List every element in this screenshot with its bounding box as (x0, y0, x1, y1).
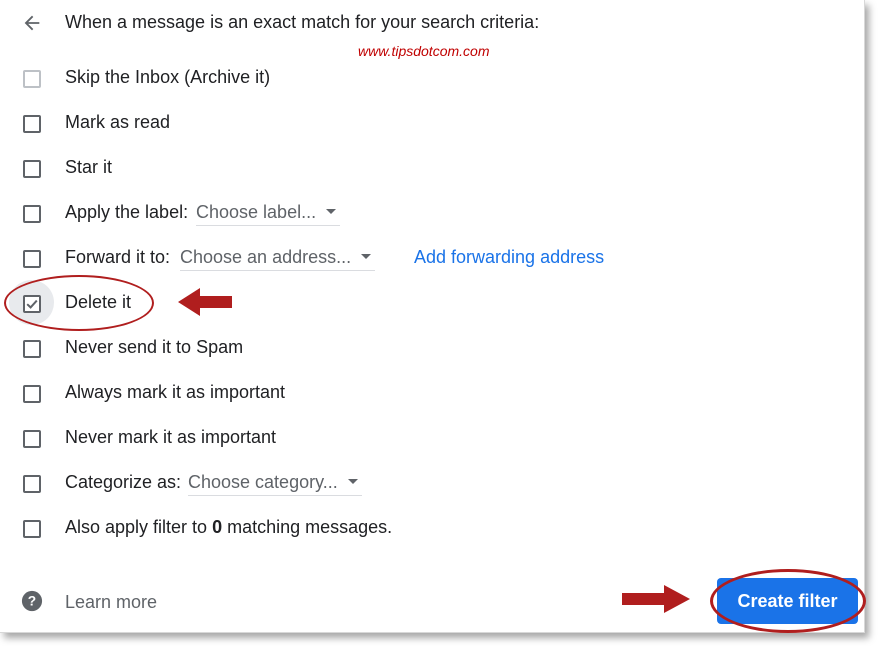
learn-more-link[interactable]: Learn more (65, 592, 157, 613)
option-skip-inbox: Skip the Inbox (Archive it) (0, 64, 860, 94)
forward-label: Forward it to: (65, 247, 171, 267)
forward-checkbox[interactable] (23, 250, 41, 268)
help-icon[interactable]: ? (21, 590, 43, 612)
star-it-label: Star it (65, 157, 113, 177)
apply-label-label: Apply the label: (65, 202, 189, 222)
categorize-label: Categorize as: (65, 472, 182, 492)
apply-to-matching-label: Also apply filter to 0 matching messages… (65, 517, 392, 538)
option-apply-to-matching: Also apply filter to 0 matching messages… (0, 514, 860, 544)
annotation-arrow-icon (622, 585, 690, 613)
page-title: When a message is an exact match for you… (65, 12, 540, 32)
categorize-checkbox[interactable] (23, 475, 41, 493)
option-never-spam: Never send it to Spam (0, 334, 860, 364)
add-forwarding-address-link[interactable]: Add forwarding address (414, 247, 604, 268)
forward-address-select-value: Choose an address... (180, 247, 352, 267)
dropdown-caret-icon (347, 479, 358, 484)
skip-inbox-checkbox[interactable] (23, 70, 41, 88)
never-important-checkbox[interactable] (23, 430, 41, 448)
option-categorize: Categorize as: Choose category... (0, 469, 860, 499)
label-select[interactable]: Choose label... (196, 199, 341, 226)
dropdown-caret-icon (361, 254, 372, 259)
watermark-text: www.tipsdotcom.com (358, 43, 490, 59)
option-never-important: Never mark it as important (0, 424, 860, 454)
mark-as-read-label: Mark as read (65, 112, 171, 132)
never-spam-label: Never send it to Spam (65, 337, 244, 357)
matching-count: 0 (212, 517, 223, 537)
mark-as-read-checkbox[interactable] (23, 115, 41, 133)
star-it-checkbox[interactable] (23, 160, 41, 178)
apply-label-checkbox[interactable] (23, 205, 41, 223)
never-spam-checkbox[interactable] (23, 340, 41, 358)
never-important-label: Never mark it as important (65, 427, 277, 447)
category-select-value: Choose category... (188, 472, 338, 492)
apply-to-matching-suffix: matching messages. (222, 517, 393, 537)
back-arrow-icon[interactable] (21, 12, 43, 34)
option-apply-label: Apply the label: Choose label... (0, 199, 860, 229)
always-important-label: Always mark it as important (65, 382, 286, 402)
annotation-circle (710, 569, 866, 633)
filter-options-panel: When a message is an exact match for you… (0, 0, 866, 633)
svg-text:?: ? (28, 594, 36, 609)
label-select-value: Choose label... (196, 202, 317, 222)
annotation-arrow-icon (178, 288, 232, 316)
annotation-circle (4, 275, 154, 331)
forward-address-select[interactable]: Choose an address... (180, 244, 376, 271)
option-forward: Forward it to: Choose an address... Add … (0, 244, 860, 274)
always-important-checkbox[interactable] (23, 385, 41, 403)
apply-to-matching-checkbox[interactable] (23, 520, 41, 538)
option-star-it: Star it (0, 154, 860, 184)
category-select[interactable]: Choose category... (188, 469, 362, 496)
dropdown-caret-icon (326, 209, 337, 214)
option-always-important: Always mark it as important (0, 379, 860, 409)
skip-inbox-label: Skip the Inbox (Archive it) (65, 67, 271, 87)
option-mark-as-read: Mark as read (0, 109, 860, 139)
apply-to-matching-prefix: Also apply filter to (65, 517, 213, 537)
